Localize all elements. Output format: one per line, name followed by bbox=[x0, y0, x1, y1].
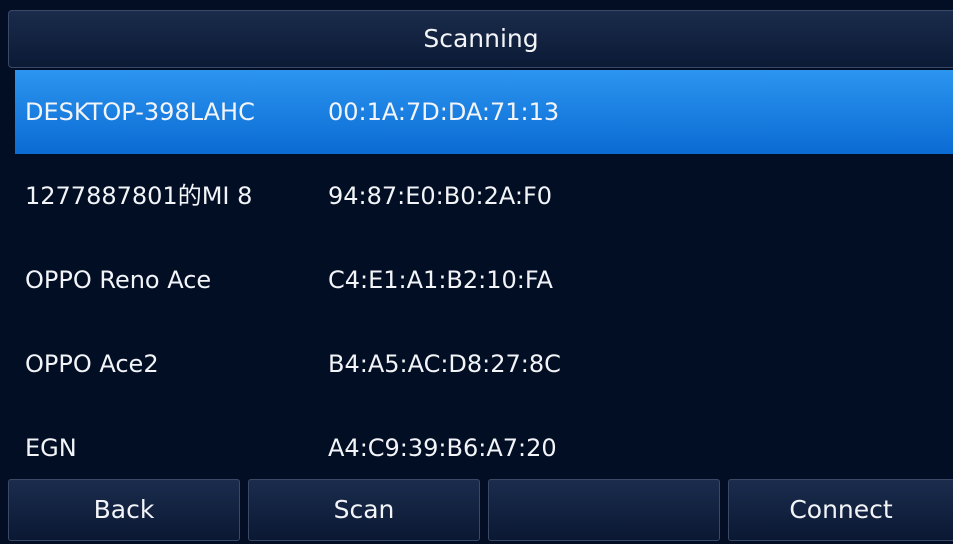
device-mac: B4:A5:AC:D8:27:8C bbox=[328, 350, 561, 378]
softkey-bar: Back Scan Connect bbox=[8, 479, 953, 544]
device-list: DESKTOP-398LAHC 00:1A:7D:DA:71:13 127788… bbox=[0, 70, 953, 478]
device-mac: 94:87:E0:B0:2A:F0 bbox=[328, 182, 553, 210]
back-button[interactable]: Back bbox=[8, 479, 240, 541]
device-row[interactable]: EGN A4:C9:39:B6:A7:20 bbox=[15, 406, 953, 490]
device-row[interactable]: DESKTOP-398LAHC 00:1A:7D:DA:71:13 bbox=[15, 70, 953, 154]
device-name: 1277887801的MI 8 bbox=[25, 182, 253, 210]
device-row[interactable]: 1277887801的MI 8 94:87:E0:B0:2A:F0 bbox=[15, 154, 953, 238]
scan-button[interactable]: Scan bbox=[248, 479, 480, 541]
device-row[interactable]: OPPO Reno Ace C4:E1:A1:B2:10:FA bbox=[15, 238, 953, 322]
device-mac: A4:C9:39:B6:A7:20 bbox=[328, 434, 557, 462]
device-mac: C4:E1:A1:B2:10:FA bbox=[328, 266, 553, 294]
empty-softkey[interactable] bbox=[488, 479, 720, 541]
page-title: Scanning bbox=[8, 10, 953, 68]
device-name: DESKTOP-398LAHC bbox=[25, 98, 255, 126]
device-name: OPPO Reno Ace bbox=[25, 266, 212, 294]
device-row[interactable]: OPPO Ace2 B4:A5:AC:D8:27:8C bbox=[15, 322, 953, 406]
device-name: OPPO Ace2 bbox=[25, 350, 159, 378]
device-mac: 00:1A:7D:DA:71:13 bbox=[328, 98, 560, 126]
bluetooth-scan-screen: Scanning DESKTOP-398LAHC 00:1A:7D:DA:71:… bbox=[0, 0, 953, 544]
device-name: EGN bbox=[25, 434, 77, 462]
connect-button[interactable]: Connect bbox=[728, 479, 953, 541]
